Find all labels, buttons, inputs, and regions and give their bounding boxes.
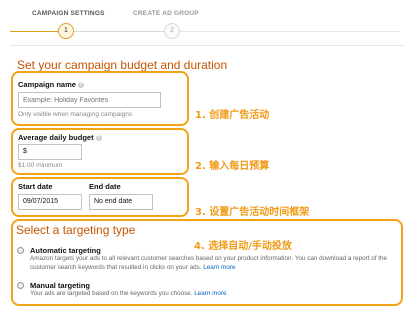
annotation-date-range: 3. 设置广告活动时间框架 [195,207,310,218]
campaign-name-input[interactable] [18,92,161,108]
manual-targeting-radio[interactable] [17,282,24,289]
automatic-targeting-description: Amazon targets your ads to all relevant … [30,255,388,271]
annotation-daily-budget: 2. 输入每日预算 [195,161,270,172]
step-remaining-line [180,31,400,32]
campaign-name-hint: Only visible when managing campaigns [18,111,133,118]
stepper-divider [10,45,405,46]
annotation-create-campaign: 1. 创建广告活动 [195,110,270,121]
end-date-input[interactable]: No end date [89,194,153,210]
start-date-input[interactable]: 09/07/2015 [18,194,82,210]
help-icon[interactable]: ? [77,82,84,89]
campaign-name-label: Campaign name? [18,80,84,89]
end-date-label: End date [89,182,121,191]
daily-budget-hint: $1.00 minimum [18,162,63,169]
manual-targeting-label[interactable]: Manual targeting [30,281,90,290]
automatic-targeting-label[interactable]: Automatic targeting [30,246,101,255]
budget-section-title: Set your campaign budget and duration [17,58,228,72]
start-date-label: Start date [18,182,53,191]
step-1-label: CAMPAIGN SETTINGS [32,10,105,17]
targeting-section-title: Select a targeting type [16,223,136,237]
step-progress-line [10,31,58,32]
step-1-circle[interactable]: 1 [58,23,74,39]
manual-targeting-description: Your ads are targeted based on the keywo… [30,290,227,297]
automatic-learn-more-link[interactable]: Learn more [203,264,235,271]
automatic-targeting-radio[interactable] [17,247,24,254]
manual-learn-more-link[interactable]: Learn more [194,290,226,297]
step-2-circle[interactable]: 2 [164,23,180,39]
step-connector-line [74,31,164,32]
daily-budget-label: Average daily budget? [18,133,102,142]
step-2-label: CREATE AD GROUP [133,10,199,17]
annotation-targeting-type: 4. 选择自动/手动投放 [194,241,292,252]
help-icon[interactable]: ? [95,135,102,142]
daily-budget-input[interactable]: $ [18,144,82,160]
